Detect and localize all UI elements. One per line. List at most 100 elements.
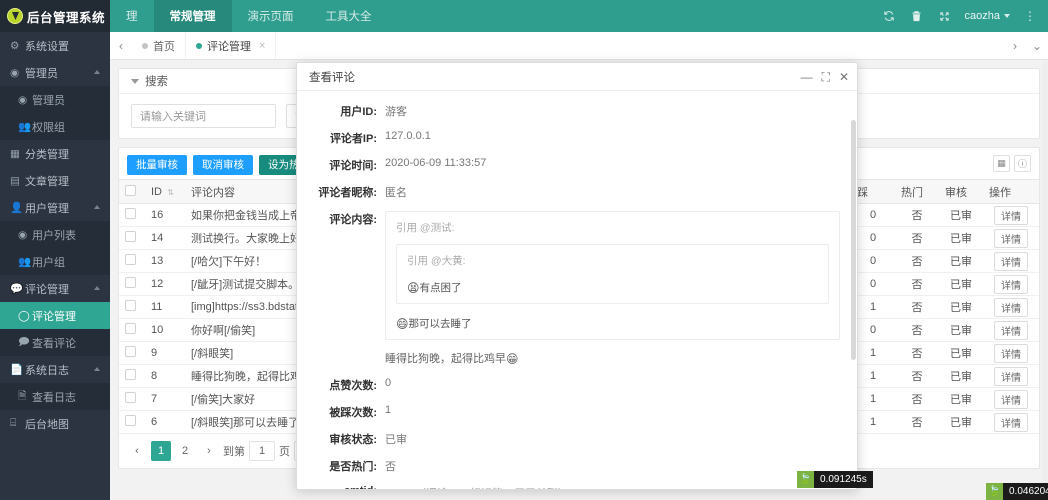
sort-icon[interactable]: ⇅ <box>167 188 174 197</box>
fullscreen-icon[interactable] <box>931 0 959 32</box>
detail-button[interactable]: 详情 <box>994 389 1028 409</box>
detail-button[interactable]: 详情 <box>994 343 1028 363</box>
row-checkbox-cell <box>119 295 145 319</box>
quote-outer-label: 引用 @测试: <box>396 222 455 234</box>
sidebar-item-user-list[interactable]: ◉ 用户列表 <box>0 221 110 248</box>
header-hot: 热门 <box>895 179 939 204</box>
row-checkbox-cell <box>119 318 145 342</box>
nav-tab-3[interactable]: 工具大全 <box>310 0 388 32</box>
detail-button[interactable]: 详情 <box>994 251 1028 271</box>
more-vertical-icon[interactable]: ⋮ <box>1016 0 1044 32</box>
user-circle-icon: ◉ <box>10 66 20 79</box>
detail-button[interactable]: 详情 <box>994 320 1028 340</box>
detail-button[interactable]: 详情 <box>994 274 1028 294</box>
chevron-left-icon[interactable]: ‹ <box>127 441 147 461</box>
cell-id: 12 <box>145 272 185 296</box>
sidebar-item-site-map[interactable]: ⌸ 后台地图 <box>0 410 110 437</box>
row-checkbox[interactable] <box>125 208 136 219</box>
select-all-checkbox[interactable] <box>125 184 136 196</box>
field-value: 1 <box>385 404 392 416</box>
sidebar-item-system-settings[interactable]: ⚙ 系统设置 <box>0 32 110 59</box>
sidebar-item-view-log[interactable]: 🗎 查看日志 <box>0 383 110 410</box>
cell-id: 14 <box>145 226 185 250</box>
maximize-icon[interactable]: ⛶ <box>822 71 830 83</box>
detail-button[interactable]: 详情 <box>994 412 1028 432</box>
sidebar-item-comment-manage[interactable]: 💬 评论管理 <box>0 275 110 302</box>
refresh-icon[interactable] <box>875 0 903 32</box>
sidebar-item-permission-group[interactable]: 👥 权限组 <box>0 113 110 140</box>
cancel-audit-button[interactable]: 取消审核 <box>193 155 253 175</box>
goto-page-input[interactable]: 1 <box>249 441 275 461</box>
sidebar-item-user-manage[interactable]: 👤 用户管理 <box>0 194 110 221</box>
tab-comment-manage[interactable]: 评论管理 × <box>186 32 277 59</box>
row-checkbox[interactable] <box>125 392 136 403</box>
chevron-right-icon[interactable]: › <box>199 441 219 461</box>
comment-o-icon: ◯ <box>18 309 30 322</box>
field-cmtid: cmtid: act_1 （评论ID、标识符、用于关联） <box>297 485 843 489</box>
sidebar-item-article[interactable]: ▤ 文章管理 <box>0 167 110 194</box>
logo-area[interactable]: 后台管理系统 <box>0 0 110 32</box>
nav-tab-1[interactable]: 常规管理 <box>153 0 232 32</box>
page-button-1[interactable]: 1 <box>151 441 171 461</box>
quote-reply-text: 那可以去睡了 <box>408 318 472 330</box>
cell-operation: 详情 <box>983 318 1039 342</box>
detail-button[interactable]: 详情 <box>994 228 1028 248</box>
sidebar-item-user-group[interactable]: 👥 用户组 <box>0 248 110 275</box>
row-checkbox[interactable] <box>125 277 136 288</box>
modal-title-bar[interactable]: 查看评论 — ⛶ ✕ <box>297 63 857 91</box>
theme-icon[interactable] <box>903 0 931 32</box>
emoji-tired-icon: 😫 <box>407 281 420 295</box>
detail-button[interactable]: 详情 <box>994 205 1028 225</box>
cell-operation: 详情 <box>983 295 1039 319</box>
page-button-2[interactable]: 2 <box>175 441 195 461</box>
row-checkbox[interactable] <box>125 415 136 426</box>
sidebar-item-admin-list[interactable]: ◉ 管理员 <box>0 86 110 113</box>
row-checkbox-cell <box>119 341 145 365</box>
sidebar-item-system-log[interactable]: 📄 系统日志 <box>0 356 110 383</box>
columns-icon[interactable]: ▦ <box>993 155 1010 172</box>
field-comment-content: 评论内容: 引用 @测试: 引用 @大黄: 😫有点困了 😄那可以去睡了 睡得比狗… <box>297 211 843 366</box>
nav-tab-2[interactable]: 演示页面 <box>232 0 310 32</box>
field-commenter-ip: 评论者IP: 127.0.0.1 <box>297 130 843 146</box>
sidebar-item-category[interactable]: ▦ 分类管理 <box>0 140 110 167</box>
page-scrollbar[interactable] <box>1042 60 1048 500</box>
field-label: 评论者昵称: <box>318 187 377 199</box>
row-checkbox[interactable] <box>125 231 136 242</box>
sidebar-item-label: 用户列表 <box>32 229 76 242</box>
chevron-right-icon[interactable]: › <box>1004 32 1026 59</box>
header-id[interactable]: ID ⇅ <box>145 179 185 204</box>
tab-home[interactable]: 首页 <box>132 32 186 59</box>
detail-button[interactable]: 详情 <box>994 366 1028 386</box>
nav-tab-0[interactable]: 理 <box>110 0 154 32</box>
quote-inner-label: 引用 @大黄: <box>407 255 466 267</box>
minimize-icon[interactable]: — <box>801 71 813 83</box>
field-value: 匿名 <box>385 187 407 199</box>
user-circle-icon: ◉ <box>18 228 28 241</box>
modal-scrollbar[interactable] <box>851 120 856 360</box>
header-actions: caozha ⋮ <box>875 0 1048 32</box>
cell-hot: 否 <box>895 410 939 434</box>
row-checkbox[interactable] <box>125 323 136 334</box>
sidebar-item-admin[interactable]: ◉ 管理员 <box>0 59 110 86</box>
row-checkbox[interactable] <box>125 300 136 311</box>
close-icon[interactable]: × <box>259 40 265 52</box>
row-checkbox[interactable] <box>125 346 136 357</box>
chevron-down-icon <box>1004 14 1010 18</box>
chevron-down-icon[interactable]: ⌄ <box>1026 32 1048 59</box>
row-checkbox[interactable] <box>125 369 136 380</box>
row-checkbox[interactable] <box>125 254 136 265</box>
sidebar-item-label: 查看日志 <box>32 391 76 404</box>
sidebar-item-comment-manage-sub[interactable]: ◯ 评论管理 <box>0 302 110 329</box>
info-icon[interactable]: ⓘ <box>1014 155 1031 172</box>
cell-hot: 否 <box>895 295 939 319</box>
sidebar-item-view-comments[interactable]: 🗩 查看评论 <box>0 329 110 356</box>
sidebar-item-label: 分类管理 <box>25 148 69 161</box>
detail-button[interactable]: 详情 <box>994 297 1028 317</box>
cell-id: 6 <box>145 410 185 434</box>
cell-id: 8 <box>145 364 185 388</box>
chevron-left-icon[interactable]: ‹ <box>110 32 132 59</box>
close-icon[interactable]: ✕ <box>839 71 849 83</box>
search-input[interactable]: 请输入关键词 <box>131 104 276 128</box>
batch-audit-button[interactable]: 批量审核 <box>127 155 187 175</box>
user-menu[interactable]: caozha <box>959 10 1016 22</box>
